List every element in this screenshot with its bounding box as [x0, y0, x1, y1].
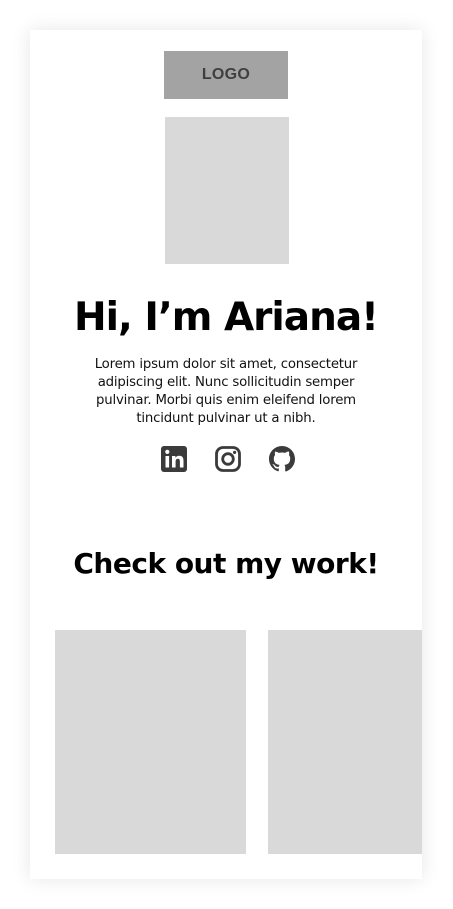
- work-card-2[interactable]: [268, 630, 422, 854]
- work-heading: Check out my work!: [73, 547, 379, 580]
- logo-text: LOGO: [201, 66, 251, 83]
- bio-text: Lorem ipsum dolor sit amet, consectetur …: [94, 357, 358, 426]
- linkedin-icon[interactable]: [158, 443, 190, 475]
- social-links: [158, 441, 298, 477]
- page-frame: LOGO Hi, I’m Ariana! Lorem ipsum dolor s…: [30, 30, 422, 879]
- instagram-icon[interactable]: [212, 443, 244, 475]
- logo[interactable]: LOGO: [164, 51, 288, 99]
- page-title: Hi, I’m Ariana!: [74, 295, 379, 340]
- work-card-1[interactable]: [55, 630, 246, 854]
- profile-image-placeholder: [165, 117, 289, 264]
- github-icon[interactable]: [266, 443, 298, 475]
